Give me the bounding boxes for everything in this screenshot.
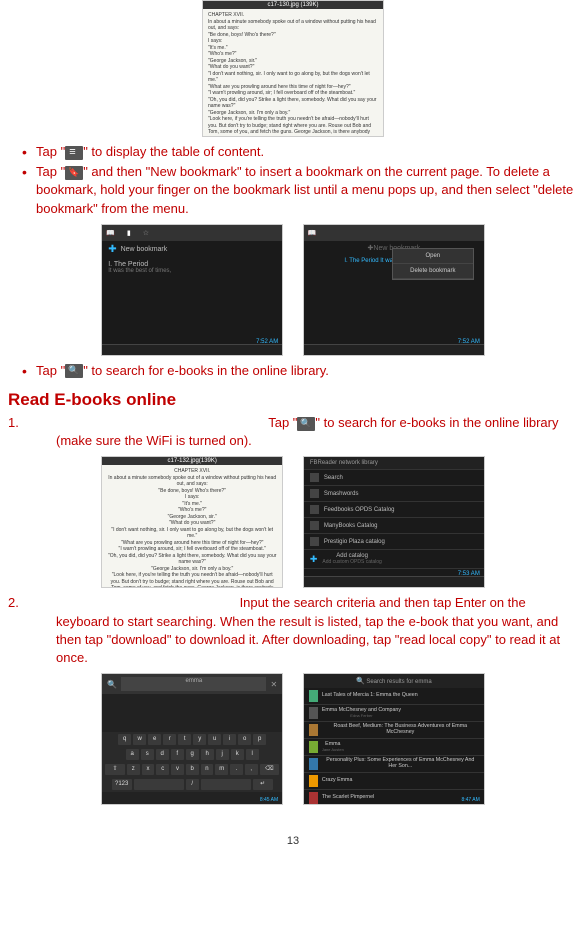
keyboard-key: a xyxy=(126,749,139,760)
keyboard-key: b xyxy=(186,764,199,775)
section-heading: Read E-books online xyxy=(8,390,578,410)
keyboard-key: w xyxy=(133,734,146,745)
library-item: ✚Add catalogAdd custom OPDS catalog xyxy=(304,550,484,569)
keyboard-key: , xyxy=(245,764,258,775)
search-icon xyxy=(65,364,83,378)
keyboard-key: m xyxy=(215,764,228,775)
step2-screenshots: 🔍 emma ✕ qwertyuiop asdfghjkl ⇧zxcvbnm.,⌫?… xyxy=(8,673,578,805)
keyboard-key: ?123 xyxy=(112,779,132,790)
search-icon-3: 🔍 xyxy=(107,680,117,689)
step1-screenshots: c17-132.jpg(139K) CHAPTER XVII. In about… xyxy=(8,456,578,588)
step-2: 2. placeholder gap to push text — Input … xyxy=(8,594,578,667)
bullet-toc: Tap "" to display the table of content. xyxy=(36,143,578,161)
reader-screenshot-small: c17-130.jpg (139K) CHAPTER XVII. In abou… xyxy=(202,0,384,137)
keyboard-key: q xyxy=(118,734,131,745)
bullet-list-2: Tap "" to search for e-books in the onli… xyxy=(8,362,578,380)
keyboard-key: j xyxy=(216,749,229,760)
close-icon: ✕ xyxy=(270,680,277,689)
bookmark-icon xyxy=(65,166,83,180)
result-row: Emma McChesney and CompanyEdna Ferber xyxy=(304,705,484,722)
result-row: The Scarlet Pimpernel xyxy=(304,790,484,805)
keyboard-key: i xyxy=(223,734,236,745)
result-row: Crazy Emma xyxy=(304,773,484,790)
keyboard-key: v xyxy=(171,764,184,775)
bookmark-screenshots-row: 📖▮☆ ✚New bookmark I. The Period It was t… xyxy=(8,224,578,356)
step-1: 1. placeholder gap to push text right — … xyxy=(8,414,578,450)
keyboard-key: k xyxy=(231,749,244,760)
keyboard-key xyxy=(201,779,251,790)
results-screenshot: 🔍 Search results for emma Last Tales of … xyxy=(303,673,485,805)
toc-icon xyxy=(65,146,83,160)
keyboard-key: ↵ xyxy=(253,779,273,790)
bullet-search: Tap "" to search for e-books in the onli… xyxy=(36,362,578,380)
keyboard-key: l xyxy=(246,749,259,760)
keyboard-key: r xyxy=(163,734,176,745)
keyboard-key: g xyxy=(186,749,199,760)
search-icon-2 xyxy=(297,417,315,431)
library-item: Prestigio Plaza catalog xyxy=(304,534,484,550)
keyboard-key: ⌫ xyxy=(260,764,280,775)
library-item: Smashwords xyxy=(304,486,484,502)
reader-header: c17-130.jpg (139K) xyxy=(203,1,383,9)
reader-screenshot-large: c17-132.jpg(139K) CHAPTER XVII. In about… xyxy=(101,456,283,588)
keyboard-key: z xyxy=(127,764,140,775)
keyboard-key: h xyxy=(201,749,214,760)
page-number: 13 xyxy=(8,835,578,847)
keyboard-key: p xyxy=(253,734,266,745)
keyboard-key: t xyxy=(178,734,191,745)
keyboard-key: ⇧ xyxy=(105,764,125,775)
keyboard-screenshot: 🔍 emma ✕ qwertyuiop asdfghjkl ⇧zxcvbnm.,⌫?… xyxy=(101,673,283,805)
new-bookmark-screenshot: 📖▮☆ ✚New bookmark I. The Period It was t… xyxy=(101,224,283,356)
plus-icon: ✚ xyxy=(108,244,116,255)
keyboard-key: c xyxy=(156,764,169,775)
menu-open: Open xyxy=(393,249,473,264)
library-item: Feedbooks OPDS Catalog xyxy=(304,502,484,518)
context-menu-popup: Open Delete bookmark xyxy=(392,248,474,280)
keyboard-key: f xyxy=(171,749,184,760)
keyboard-key: e xyxy=(148,734,161,745)
keyboard-key: / xyxy=(186,779,199,790)
result-row: Personality Plus: Some Experiences of Em… xyxy=(304,756,484,773)
result-row: Roast Beef, Medium: The Business Adventu… xyxy=(304,722,484,739)
library-item: Search xyxy=(304,470,484,486)
keyboard-key xyxy=(134,779,184,790)
keyboard-key: n xyxy=(201,764,214,775)
library-item: ManyBooks Catalog xyxy=(304,518,484,534)
keyboard-key: s xyxy=(141,749,154,760)
search-input: emma xyxy=(121,677,266,691)
context-menu-screenshot: 📖 ✚New bookmark I. The Period It was the… xyxy=(303,224,485,356)
result-row: EmmaJane Austen xyxy=(304,739,484,756)
bullet-bookmark: Tap "" and then "New bookmark" to insert… xyxy=(36,163,578,218)
library-screenshot: FBReader network library SearchSmashword… xyxy=(303,456,485,588)
keyboard-key: o xyxy=(238,734,251,745)
menu-delete: Delete bookmark xyxy=(393,264,473,279)
result-row: Last Tales of Mercia 1: Emma the Queen xyxy=(304,688,484,705)
keyboard-key: x xyxy=(142,764,155,775)
reader-body: CHAPTER XVII. In about a minute somebody… xyxy=(203,9,383,137)
keyboard-key: y xyxy=(193,734,206,745)
keyboard-key: . xyxy=(230,764,243,775)
keyboard-key: d xyxy=(156,749,169,760)
keyboard-key: u xyxy=(208,734,221,745)
bullet-list: Tap "" to display the table of content. … xyxy=(8,143,578,218)
